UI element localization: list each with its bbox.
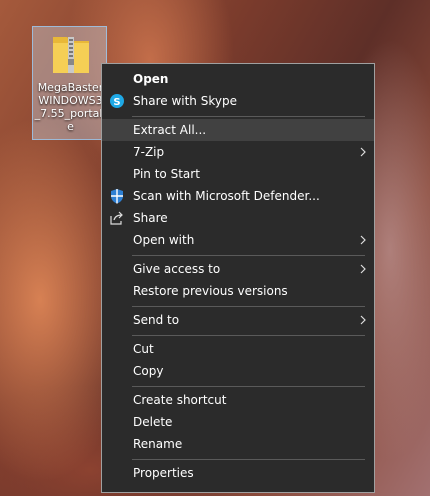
menu-item-label: 7-Zip <box>133 145 165 159</box>
menu-item-rename[interactable]: Rename <box>102 433 374 455</box>
menu-item-send-to[interactable]: Send to <box>102 309 374 331</box>
menu-item-restore-previous-versions[interactable]: Restore previous versions <box>102 280 374 302</box>
menu-item-label: Open with <box>133 233 195 247</box>
menu-item-label: Share with Skype <box>133 94 237 108</box>
menu-separator <box>132 255 365 256</box>
menu-item-label: Delete <box>133 415 173 429</box>
menu-item-label: Send to <box>133 313 180 327</box>
menu-item-cut[interactable]: Cut <box>102 338 374 360</box>
menu-item-label: Rename <box>133 437 183 451</box>
menu-item-label: Extract All... <box>133 123 207 137</box>
menu-item-label: Cut <box>133 342 154 356</box>
menu-item-share[interactable]: Share <box>102 207 374 229</box>
menu-separator <box>132 306 365 307</box>
menu-separator <box>132 459 365 460</box>
menu-item-label: Give access to <box>133 262 221 276</box>
context-menu: Open S Share with Skype Extract All... 7… <box>101 63 375 493</box>
menu-item-7-zip[interactable]: 7-Zip <box>102 141 374 163</box>
share-icon <box>110 211 123 225</box>
menu-separator <box>132 386 365 387</box>
menu-item-label: Properties <box>133 466 194 480</box>
menu-item-share-with-skype[interactable]: S Share with Skype <box>102 90 374 112</box>
menu-item-create-shortcut[interactable]: Create shortcut <box>102 389 374 411</box>
menu-item-delete[interactable]: Delete <box>102 411 374 433</box>
menu-item-label: Open <box>133 72 169 86</box>
defender-shield-icon <box>111 189 123 204</box>
zip-folder-icon <box>53 37 89 73</box>
menu-item-label: Create shortcut <box>133 393 227 407</box>
chevron-right-icon <box>360 315 366 325</box>
skype-icon: S <box>110 94 124 108</box>
desktop-file-icon-selected[interactable]: MegaBaster WINDOWS3 _7.55_portab e <box>32 26 107 140</box>
menu-item-scan-with-defender[interactable]: Scan with Microsoft Defender... <box>102 185 374 207</box>
menu-item-label: Copy <box>133 364 164 378</box>
menu-separator <box>132 116 365 117</box>
menu-item-pin-to-start[interactable]: Pin to Start <box>102 163 374 185</box>
chevron-right-icon <box>360 235 366 245</box>
menu-item-label: Restore previous versions <box>133 284 288 298</box>
menu-item-open-with[interactable]: Open with <box>102 229 374 251</box>
file-name-label: MegaBaster WINDOWS3 _7.55_portab e <box>34 81 107 133</box>
menu-item-extract-all[interactable]: Extract All... <box>102 119 374 141</box>
chevron-right-icon <box>360 147 366 157</box>
svg-text:S: S <box>113 97 120 108</box>
menu-item-give-access-to[interactable]: Give access to <box>102 258 374 280</box>
menu-item-copy[interactable]: Copy <box>102 360 374 382</box>
menu-item-open[interactable]: Open <box>102 68 374 90</box>
menu-item-label: Scan with Microsoft Defender... <box>133 189 320 203</box>
menu-item-label: Pin to Start <box>133 167 200 181</box>
menu-item-label: Share <box>133 211 168 225</box>
chevron-right-icon <box>360 264 366 274</box>
menu-item-properties[interactable]: Properties <box>102 462 374 484</box>
menu-separator <box>132 335 365 336</box>
